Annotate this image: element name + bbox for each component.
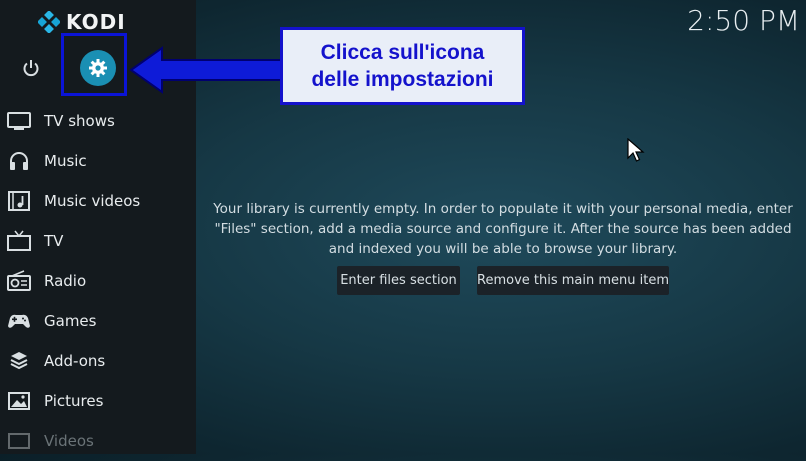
main-menu: TV shows Music Music videos TV Radio Gam… xyxy=(0,101,196,461)
gamepad-icon xyxy=(8,314,30,328)
sidebar-item-tv[interactable]: TV xyxy=(0,221,196,261)
power-icon xyxy=(23,60,39,77)
sidebar-item-label: TV xyxy=(44,232,64,250)
power-button[interactable] xyxy=(20,57,42,79)
sidebar-item-label: Pictures xyxy=(44,392,104,410)
sidebar-item-games[interactable]: Games xyxy=(0,301,196,341)
sidebar-item-label: Radio xyxy=(44,272,87,290)
clock: 2:50 PM xyxy=(687,4,800,37)
remove-menu-item-button[interactable]: Remove this main menu item xyxy=(477,266,669,295)
sidebar-item-label: Music videos xyxy=(44,192,141,210)
enter-files-section-button[interactable]: Enter files section xyxy=(337,266,460,295)
settings-highlight-box xyxy=(61,33,127,96)
callout-line: delle impostazioni xyxy=(311,68,494,91)
sidebar-item-videos[interactable]: Videos xyxy=(0,421,196,461)
sidebar-item-label: Videos xyxy=(44,432,94,450)
empty-library-message: Your library is currently empty. In orde… xyxy=(210,199,796,259)
logo-text: KODI xyxy=(66,10,126,34)
radio-icon xyxy=(7,270,31,291)
message-line: Your library is currently empty. In orde… xyxy=(213,201,793,217)
message-line: and indexed you will be able to browse y… xyxy=(328,241,678,257)
sidebar-item-tv-shows[interactable]: TV shows xyxy=(0,101,196,141)
kodi-logo-icon xyxy=(38,11,60,33)
sidebar-item-radio[interactable]: Radio xyxy=(0,261,196,301)
message-line: "Files" section, add a media source and … xyxy=(214,221,792,237)
pictures-icon xyxy=(8,392,30,410)
live-tv-icon xyxy=(7,230,31,251)
addons-icon xyxy=(10,352,28,370)
video-icon xyxy=(8,433,30,449)
sidebar-item-label: Games xyxy=(44,312,97,330)
tv-icon xyxy=(7,112,31,130)
music-video-icon xyxy=(8,191,30,211)
mouse-cursor-icon xyxy=(627,138,645,162)
kodi-logo[interactable]: KODI xyxy=(38,10,126,34)
sidebar-item-music-videos[interactable]: Music videos xyxy=(0,181,196,221)
sidebar-item-label: Music xyxy=(44,152,87,170)
annotation-callout: Clicca sull'icona delle impostazioni xyxy=(280,27,525,105)
sidebar-item-label: TV shows xyxy=(44,112,115,130)
callout-line: Clicca sull'icona xyxy=(320,41,485,64)
arrow-left-icon xyxy=(129,46,283,94)
headphones-icon xyxy=(10,152,28,170)
sidebar-item-pictures[interactable]: Pictures xyxy=(0,381,196,421)
sidebar-item-label: Add-ons xyxy=(44,352,106,370)
sidebar-item-music[interactable]: Music xyxy=(0,141,196,181)
sidebar-item-addons[interactable]: Add-ons xyxy=(0,341,196,381)
